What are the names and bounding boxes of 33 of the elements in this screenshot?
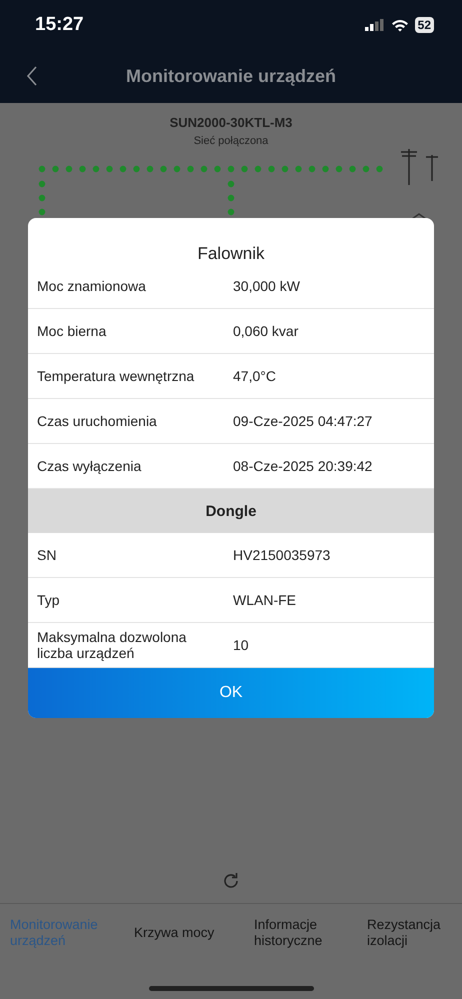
row-label: Maksymalna dozwolona liczba urządzeń — [37, 629, 188, 661]
row-label: Moc znamionowa — [37, 278, 147, 294]
row-label: SN — [37, 547, 58, 563]
refresh-icon[interactable] — [221, 871, 241, 891]
row-value: 47,0°C — [233, 368, 277, 384]
bottom-tab[interactable]: Rezystancja izolacji — [367, 917, 462, 949]
row-value: 09-Cze-2025 04:47:27 — [233, 413, 374, 429]
bottom-tab[interactable]: Krzywa mocy — [134, 925, 214, 941]
page-title: Monitorowanie urządzeń — [126, 66, 336, 87]
row-label: Moc bierna — [37, 323, 108, 339]
battery-icon: 52 — [414, 17, 434, 33]
power-pole-icon — [401, 149, 438, 185]
section-header: Dongle — [28, 489, 434, 533]
row-label: Czas uruchomienia — [37, 413, 158, 429]
dialog-title: Falownik — [196, 243, 266, 264]
device-model: SUN2000-30KTL-M3 — [170, 115, 292, 130]
row-value: 08-Cze-2025 20:39:42 — [233, 458, 374, 474]
status-time: 15:27 — [35, 14, 84, 36]
row-label: Typ — [37, 592, 61, 608]
row-label: Temperatura wewnętrzna — [37, 368, 196, 384]
wifi-icon — [390, 18, 409, 32]
row-value: 10 — [233, 637, 250, 653]
row-value: 30,000 kW — [233, 278, 301, 294]
row-label: Czas wyłączenia — [37, 458, 142, 474]
bottom-tab[interactable]: Informacje historyczne — [254, 917, 367, 949]
row-value: 0,060 kvar — [233, 323, 300, 339]
ok-button[interactable]: OK — [28, 668, 434, 718]
row-value: WLAN-FE — [233, 592, 297, 608]
chevron-up-icon[interactable] — [412, 213, 426, 220]
row-value: HV2150035973 — [233, 547, 332, 563]
signal-icon — [364, 19, 385, 31]
device-status: Sieć połączona — [194, 135, 268, 147]
back-icon[interactable] — [26, 66, 38, 86]
